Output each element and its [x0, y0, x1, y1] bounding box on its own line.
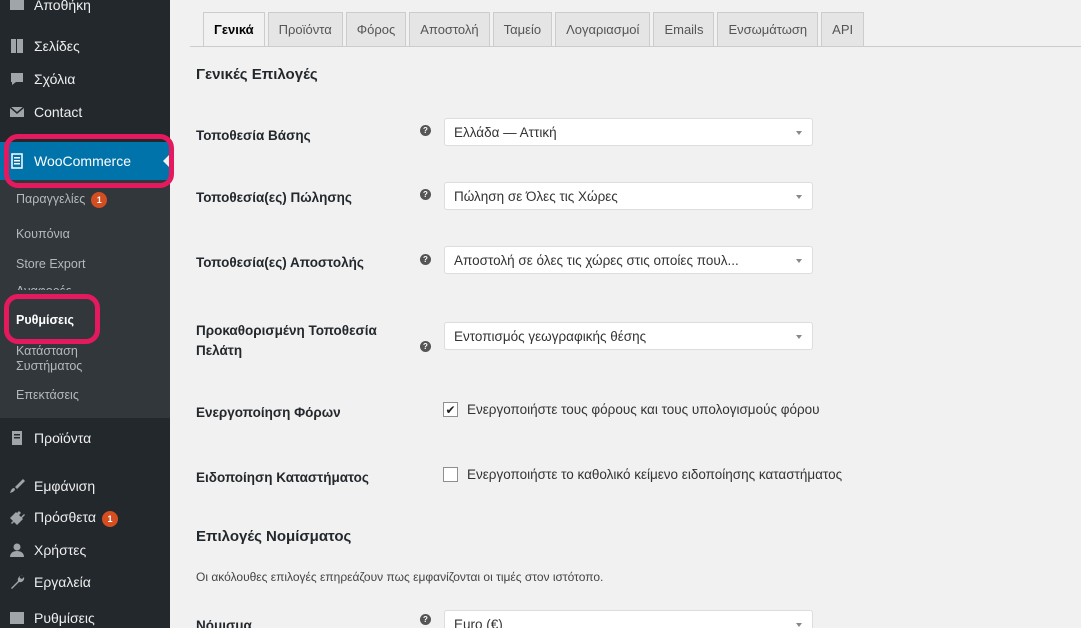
sidebar-item-contact[interactable]: Contact — [0, 95, 170, 129]
chevron-down-icon — [796, 259, 802, 263]
orders-count-badge: 1 — [91, 192, 108, 208]
settings-tabs: Γενικά Προϊόντα Φόρος Αποστολή Ταμείο Λο… — [203, 12, 865, 47]
currency-select[interactable]: Euro (€) — [444, 610, 813, 628]
submenu-item-settings[interactable]: Ρυθμίσεις — [16, 313, 74, 328]
tab-emails[interactable]: Emails — [653, 12, 715, 46]
sidebar-item-label: Ρυθμίσεις — [34, 610, 95, 626]
woocommerce-icon — [0, 153, 34, 169]
mail-icon — [0, 105, 34, 119]
sidebar-item-plugins[interactable]: Πρόσθετα 1 — [0, 501, 170, 535]
help-icon[interactable]: ? — [420, 189, 431, 200]
sidebar-item-label: Contact — [34, 104, 83, 120]
default-customer-location-label: Προκαθορισμένη Τοποθεσία Πελάτη — [196, 323, 377, 358]
sidebar-item-label: Εργαλεία — [34, 574, 91, 590]
settings-content: Γενικά Προϊόντα Φόρος Αποστολή Ταμείο Λο… — [170, 0, 1081, 628]
selling-location-select[interactable]: Πώληση σε Όλες τις Χώρες — [444, 182, 813, 210]
selling-location-label: Τοποθεσία(ες) Πώλησης — [196, 190, 352, 205]
submenu-item-orders[interactable]: Παραγγελίες 1 — [16, 192, 108, 208]
sidebar-item-label: Προϊόντα — [34, 430, 92, 446]
sidebar-item-woocommerce[interactable]: WooCommerce — [0, 142, 170, 180]
help-icon[interactable]: ? — [420, 614, 431, 625]
tab-tax[interactable]: Φόρος — [345, 12, 407, 46]
sidebar-item-settings[interactable]: Ρυθμίσεις — [0, 601, 170, 628]
sidebar-item-label: Σχόλια — [34, 71, 76, 87]
chevron-down-icon — [796, 623, 802, 627]
help-icon[interactable]: ? — [420, 254, 431, 265]
users-icon — [0, 542, 34, 558]
tab-shipping[interactable]: Αποστολή — [409, 12, 490, 46]
settings-icon — [0, 610, 34, 626]
sidebar-item-label: Σελίδες — [34, 38, 80, 54]
sidebar-item-label: Αποθήκη — [34, 0, 91, 13]
sidebar-item-comments[interactable]: Σχόλια — [0, 62, 170, 96]
pages-icon — [0, 38, 34, 54]
plugins-icon — [0, 510, 34, 526]
default-customer-location-select[interactable]: Εντοπισμός γεωγραφικής θέσης — [444, 322, 813, 350]
enable-taxes-row: ✔ Ενεργοποιήστε τους φόρους και τους υπο… — [443, 402, 820, 417]
sidebar-item-tools[interactable]: Εργαλεία — [0, 565, 170, 599]
admin-sidebar: Αποθήκη Σελίδες Σχόλια Contact WooCommer… — [0, 0, 170, 628]
submenu-item-coupons[interactable]: Κουπόνια — [16, 227, 70, 242]
sidebar-item-users[interactable]: Χρήστες — [0, 533, 170, 567]
tab-products[interactable]: Προϊόντα — [267, 12, 343, 46]
woocommerce-submenu: Παραγγελίες 1 Κουπόνια Store Export Αναφο… — [0, 180, 170, 418]
shipping-location-label: Τοποθεσία(ες) Αποστολής — [196, 255, 364, 270]
products-icon — [0, 430, 34, 446]
sidebar-item-pages[interactable]: Σελίδες — [0, 29, 170, 63]
current-menu-arrow — [163, 154, 170, 168]
sidebar-item-label: WooCommerce — [34, 153, 131, 169]
sidebar-item-products[interactable]: Προϊόντα — [0, 421, 170, 455]
enable-taxes-label: Ενεργοποίηση Φόρων — [196, 405, 341, 420]
chevron-down-icon — [796, 335, 802, 339]
currency-options-heading: Επιλογές Νομίσματος — [196, 528, 352, 545]
tools-icon — [0, 574, 34, 590]
submenu-item-store-export[interactable]: Store Export — [16, 257, 85, 272]
tabs-divider — [190, 46, 1081, 47]
store-notice-text: Ενεργοποιήστε το καθολικό κείμενο ειδοπο… — [467, 467, 843, 482]
tab-integration[interactable]: Ενσωμάτωση — [717, 12, 819, 46]
currency-options-description: Οι ακόλουθες επιλογές επηρεάζουν πως εμφ… — [196, 570, 604, 584]
submenu-item-extensions[interactable]: Επεκτάσεις — [16, 388, 79, 403]
store-notice-row: Ενεργοποιήστε το καθολικό κείμενο ειδοπο… — [443, 467, 842, 482]
help-icon[interactable]: ? — [420, 341, 431, 352]
chevron-down-icon — [796, 195, 802, 199]
enable-taxes-text: Ενεργοποιήστε τους φόρους και τους υπολο… — [467, 402, 820, 417]
shipping-location-select[interactable]: Αποστολή σε όλες τις χώρες στις οποίες π… — [444, 246, 813, 274]
tab-api[interactable]: API — [821, 12, 865, 46]
media-icon — [0, 0, 34, 13]
store-notice-checkbox[interactable] — [443, 467, 458, 482]
comments-icon — [0, 71, 34, 87]
plugins-update-badge: 1 — [101, 511, 118, 527]
sidebar-item-label: Πρόσθετα 1 — [34, 509, 118, 527]
enable-taxes-checkbox[interactable]: ✔ — [443, 402, 458, 417]
store-notice-label: Ειδοποίηση Καταστήματος — [196, 470, 369, 485]
sidebar-item-label: Χρήστες — [34, 542, 87, 558]
currency-label: Νόμισμα — [196, 618, 252, 628]
help-icon[interactable]: ? — [420, 125, 431, 136]
sidebar-item-label: Εμφάνιση — [34, 478, 96, 494]
submenu-item-reports[interactable]: Αναφορές — [16, 284, 71, 290]
chevron-down-icon — [796, 131, 802, 135]
tab-accounts[interactable]: Λογαριασμοί — [555, 12, 651, 46]
general-options-heading: Γενικές Επιλογές — [196, 66, 318, 83]
tab-general[interactable]: Γενικά — [203, 12, 265, 47]
appearance-icon — [0, 478, 34, 494]
tab-checkout[interactable]: Ταμείο — [492, 12, 553, 46]
sidebar-item-appearance[interactable]: Εμφάνιση — [0, 469, 170, 503]
base-location-label: Τοποθεσία Βάσης — [196, 128, 311, 143]
sidebar-item-media[interactable]: Αποθήκη — [0, 0, 170, 22]
submenu-item-system-status[interactable]: Κατάσταση Συστήματος — [16, 344, 82, 374]
base-location-select[interactable]: Ελλάδα — Αττική — [444, 118, 813, 146]
